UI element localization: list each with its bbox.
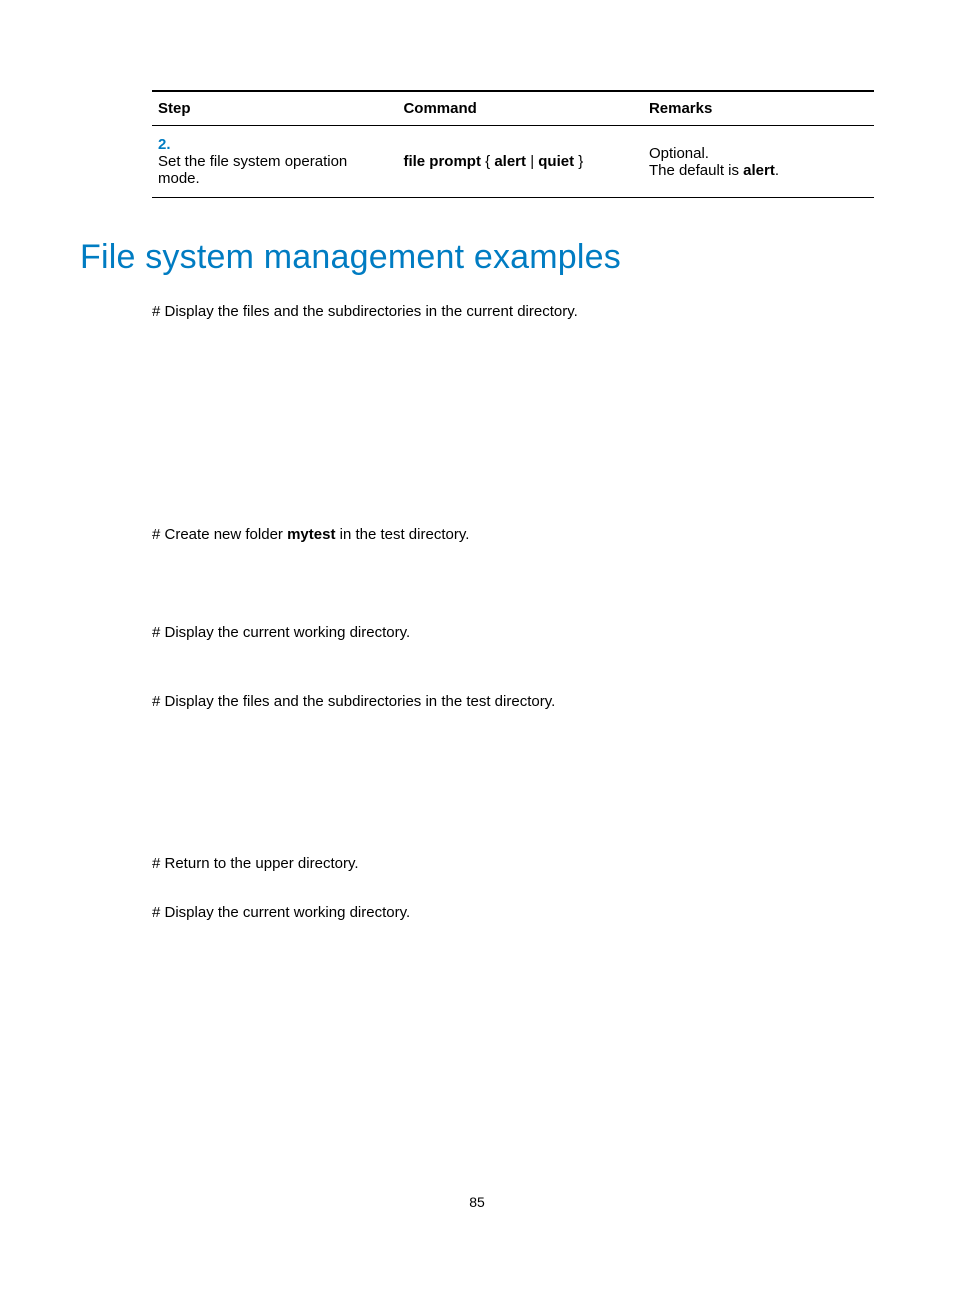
brace-close: }: [578, 153, 583, 170]
p2-bold: mytest: [287, 526, 335, 543]
page-number: 85: [80, 1194, 874, 1240]
cmd-prefix: file prompt: [403, 153, 481, 170]
body-content: # Display the files and the subdirectori…: [152, 301, 874, 924]
cell-step: 2. Set the file system operation mode.: [152, 126, 397, 198]
th-step: Step: [152, 91, 397, 126]
paragraph-5: # Return to the upper directory.: [152, 853, 874, 876]
cell-remarks: Optional. The default is alert.: [643, 126, 874, 198]
th-remarks: Remarks: [643, 91, 874, 126]
spacer: [152, 886, 874, 902]
remark-line-1: Optional.: [649, 145, 868, 162]
step-description: Set the file system operation mode.: [158, 153, 365, 187]
remark2-post: .: [775, 162, 779, 179]
step-number: 2.: [158, 136, 180, 153]
document-page: Step Command Remarks 2. Set the file sys…: [0, 0, 954, 1240]
remark2-bold: alert: [743, 162, 775, 179]
p2-pre: # Create new folder: [152, 526, 287, 543]
command-table: Step Command Remarks 2. Set the file sys…: [152, 90, 874, 198]
paragraph-4: # Display the files and the subdirectori…: [152, 691, 874, 714]
section-heading: File system management examples: [80, 238, 874, 277]
spacer: [152, 723, 874, 853]
remark-line-2: The default is alert.: [649, 162, 868, 179]
paragraph-1: # Display the files and the subdirectori…: [152, 301, 874, 324]
cmd-opt-quiet: quiet: [538, 153, 574, 170]
paragraph-6: # Display the current working directory.: [152, 902, 874, 925]
table-header-row: Step Command Remarks: [152, 91, 874, 126]
paragraph-2: # Create new folder mytest in the test d…: [152, 524, 874, 547]
spacer: [152, 556, 874, 622]
remark2-pre: The default is: [649, 162, 743, 179]
th-command: Command: [397, 91, 642, 126]
spacer: [152, 655, 874, 691]
p2-post: in the test directory.: [335, 526, 469, 543]
brace-open: {: [485, 153, 494, 170]
paragraph-3: # Display the current working directory.: [152, 622, 874, 645]
spacer: [152, 334, 874, 524]
cell-command: file prompt { alert | quiet }: [397, 126, 642, 198]
cmd-opt-alert: alert: [494, 153, 526, 170]
table-row: 2. Set the file system operation mode. f…: [152, 126, 874, 198]
